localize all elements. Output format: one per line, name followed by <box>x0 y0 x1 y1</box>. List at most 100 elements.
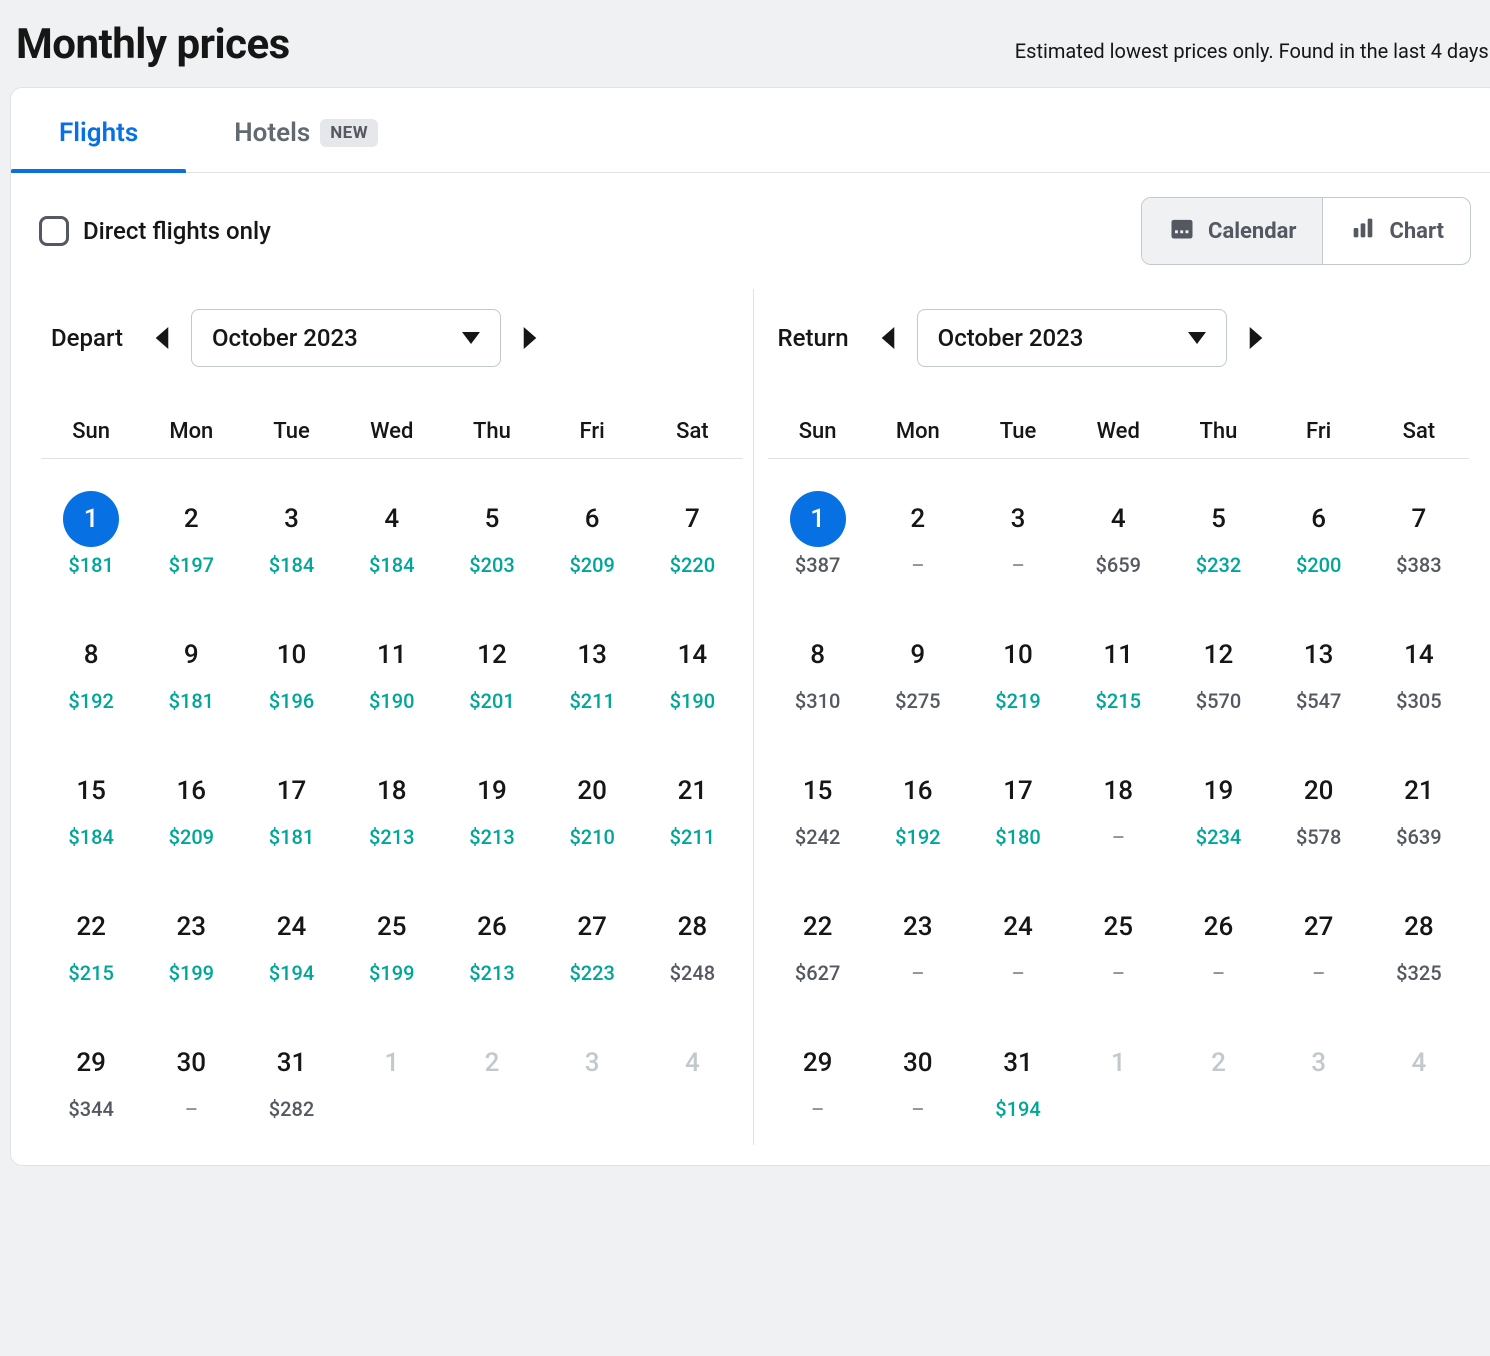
depart-day-cell[interactable]: 31$282 <box>241 1009 341 1145</box>
return-day-cell[interactable]: 19$234 <box>1168 737 1268 873</box>
tab-flights[interactable]: Flights <box>11 88 186 172</box>
depart-day-number: 15 <box>71 771 111 811</box>
depart-day-cell[interactable]: 1$181 <box>41 465 141 601</box>
depart-day-cell[interactable]: 19$213 <box>442 737 542 873</box>
return-day-price: $325 <box>1369 961 1469 985</box>
depart-day-cell[interactable]: 29$344 <box>41 1009 141 1145</box>
depart-day-cell[interactable]: 13$211 <box>542 601 642 737</box>
return-day-cell[interactable]: 26– <box>1168 873 1268 1009</box>
return-day-price: $275 <box>868 689 968 713</box>
return-day-cell[interactable]: 8$310 <box>768 601 868 737</box>
return-day-cell[interactable]: 17$180 <box>968 737 1068 873</box>
depart-day-cell[interactable]: 11$190 <box>342 601 442 737</box>
depart-day-cell[interactable]: 2$197 <box>141 465 241 601</box>
return-month-select[interactable]: October 2023 <box>917 309 1227 367</box>
depart-dow: Wed <box>342 389 442 448</box>
return-day-number: 30 <box>898 1043 938 1083</box>
return-day-cell[interactable]: 3– <box>968 465 1068 601</box>
return-day-cell[interactable]: 30– <box>868 1009 968 1145</box>
direct-flights-checkbox[interactable]: Direct flights only <box>39 216 271 246</box>
return-day-cell[interactable]: 18– <box>1068 737 1168 873</box>
return-day-cell[interactable]: 10$219 <box>968 601 1068 737</box>
return-day-cell[interactable]: 9$275 <box>868 601 968 737</box>
return-day-cell[interactable]: 4$659 <box>1068 465 1168 601</box>
depart-dow: Fri <box>542 389 642 448</box>
return-day-number: 16 <box>898 771 938 811</box>
depart-day-cell[interactable]: 27$223 <box>542 873 642 1009</box>
depart-day-cell[interactable]: 15$184 <box>41 737 141 873</box>
return-day-price: $200 <box>1269 553 1369 577</box>
depart-day-price: $344 <box>41 1097 141 1121</box>
depart-day-cell[interactable]: 20$210 <box>542 737 642 873</box>
depart-day-cell[interactable]: 10$196 <box>241 601 341 737</box>
chevron-right-icon <box>521 327 539 349</box>
return-day-cell[interactable]: 2– <box>868 465 968 601</box>
depart-day-cell[interactable]: 12$201 <box>442 601 542 737</box>
depart-day-cell[interactable]: 8$192 <box>41 601 141 737</box>
depart-prev-month-button[interactable] <box>149 325 175 351</box>
depart-day-number: 24 <box>272 907 312 947</box>
depart-month-select[interactable]: October 2023 <box>191 309 501 367</box>
return-day-cell[interactable]: 20$578 <box>1269 737 1369 873</box>
return-day-number: 21 <box>1399 771 1439 811</box>
return-day-number: 4 <box>1098 499 1138 539</box>
depart-day-cell[interactable]: 23$199 <box>141 873 241 1009</box>
return-day-cell[interactable]: 7$383 <box>1369 465 1469 601</box>
depart-day-price: $197 <box>141 553 241 577</box>
depart-day-price: $215 <box>41 961 141 985</box>
depart-next-month-button[interactable] <box>517 325 543 351</box>
return-prev-month-button[interactable] <box>875 325 901 351</box>
calendar-view-button[interactable]: Calendar <box>1142 198 1322 264</box>
return-day-cell[interactable]: 28$325 <box>1369 873 1469 1009</box>
depart-day-cell[interactable]: 22$215 <box>41 873 141 1009</box>
depart-day-price: $223 <box>542 961 642 985</box>
depart-day-price: $209 <box>141 825 241 849</box>
return-day-cell[interactable]: 13$547 <box>1269 601 1369 737</box>
return-day-cell[interactable]: 6$200 <box>1269 465 1369 601</box>
depart-day-cell[interactable]: 24$194 <box>241 873 341 1009</box>
depart-month-value: October 2023 <box>212 324 358 352</box>
return-day-cell[interactable]: 12$570 <box>1168 601 1268 737</box>
depart-day-price: $181 <box>141 689 241 713</box>
return-day-cell[interactable]: 22$627 <box>768 873 868 1009</box>
return-day-number: 3 <box>998 499 1038 539</box>
depart-day-cell[interactable]: 17$181 <box>241 737 341 873</box>
return-day-cell[interactable]: 27– <box>1269 873 1369 1009</box>
return-calendar: Return October 2023 SunMonTueWedThuFriSa… <box>753 289 1476 1145</box>
return-day-cell[interactable]: 14$305 <box>1369 601 1469 737</box>
depart-day-cell[interactable]: 9$181 <box>141 601 241 737</box>
depart-day-cell[interactable]: 21$211 <box>642 737 742 873</box>
chart-view-button[interactable]: Chart <box>1322 198 1470 264</box>
depart-day-cell[interactable]: 18$213 <box>342 737 442 873</box>
depart-day-number: 11 <box>372 635 412 675</box>
tab-hotels[interactable]: Hotels NEW <box>186 88 426 172</box>
depart-day-cell[interactable]: 14$190 <box>642 601 742 737</box>
return-day-cell[interactable]: 24– <box>968 873 1068 1009</box>
depart-day-cell[interactable]: 5$203 <box>442 465 542 601</box>
return-day-cell[interactable]: 11$215 <box>1068 601 1168 737</box>
depart-day-price: $282 <box>241 1097 341 1121</box>
depart-day-cell[interactable]: 7$220 <box>642 465 742 601</box>
depart-day-cell[interactable]: 25$199 <box>342 873 442 1009</box>
depart-day-cell[interactable]: 26$213 <box>442 873 542 1009</box>
return-day-cell[interactable]: 23– <box>868 873 968 1009</box>
price-card: Flights Hotels NEW Direct flights only C… <box>10 87 1490 1166</box>
return-day-cell[interactable]: 15$242 <box>768 737 868 873</box>
return-day-cell[interactable]: 25– <box>1068 873 1168 1009</box>
return-day-cell[interactable]: 5$232 <box>1168 465 1268 601</box>
return-next-month-button[interactable] <box>1243 325 1269 351</box>
depart-dow: Sat <box>642 389 742 448</box>
return-day-cell[interactable]: 21$639 <box>1369 737 1469 873</box>
return-day-cell[interactable]: 31$194 <box>968 1009 1068 1145</box>
return-day-cell[interactable]: 16$192 <box>868 737 968 873</box>
return-day-cell[interactable]: 1$387 <box>768 465 868 601</box>
depart-day-cell[interactable]: 30– <box>141 1009 241 1145</box>
depart-calendar: Depart October 2023 SunMonTueWedThuFriSa… <box>35 289 749 1145</box>
depart-day-cell[interactable]: 3$184 <box>241 465 341 601</box>
depart-day-cell[interactable]: 28$248 <box>642 873 742 1009</box>
return-day-cell[interactable]: 29– <box>768 1009 868 1145</box>
depart-day-cell[interactable]: 6$209 <box>542 465 642 601</box>
depart-day-cell[interactable]: 16$209 <box>141 737 241 873</box>
return-dow: Tue <box>968 389 1068 448</box>
depart-day-cell[interactable]: 4$184 <box>342 465 442 601</box>
